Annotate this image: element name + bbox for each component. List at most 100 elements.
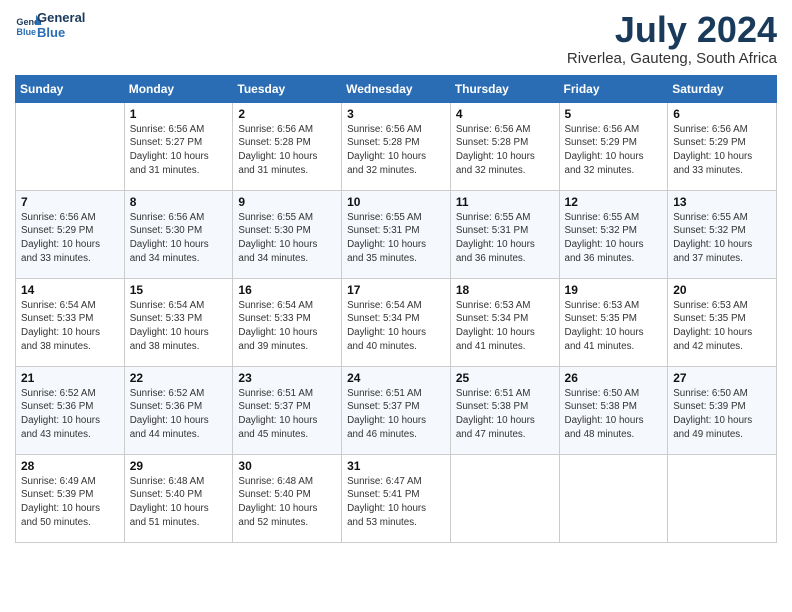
daylight-label: Daylight: 10 hours and 35 minutes. [347,239,426,264]
day-number: 9 [238,195,336,209]
daylight-label: Daylight: 10 hours and 49 minutes. [673,415,752,440]
day-number: 11 [456,195,554,209]
calendar-cell: 16 Sunrise: 6:54 AM Sunset: 5:33 PM Dayl… [233,278,342,366]
calendar-cell: 17 Sunrise: 6:54 AM Sunset: 5:34 PM Dayl… [342,278,451,366]
daylight-label: Daylight: 10 hours and 36 minutes. [456,239,535,264]
sunset-label: Sunset: 5:36 PM [21,401,93,412]
calendar-cell: 24 Sunrise: 6:51 AM Sunset: 5:37 PM Dayl… [342,366,451,454]
sunrise-label: Sunrise: 6:50 AM [673,388,748,399]
sunrise-label: Sunrise: 6:56 AM [673,124,748,135]
logo: General Blue General Blue [15,10,85,40]
sunrise-label: Sunrise: 6:56 AM [130,212,205,223]
calendar-cell: 10 Sunrise: 6:55 AM Sunset: 5:31 PM Dayl… [342,190,451,278]
day-detail: Sunrise: 6:55 AM Sunset: 5:32 PM Dayligh… [673,211,771,266]
calendar-cell: 18 Sunrise: 6:53 AM Sunset: 5:34 PM Dayl… [450,278,559,366]
sunset-label: Sunset: 5:31 PM [347,225,419,236]
daylight-label: Daylight: 10 hours and 34 minutes. [238,239,317,264]
day-number: 4 [456,107,554,121]
calendar-cell: 19 Sunrise: 6:53 AM Sunset: 5:35 PM Dayl… [559,278,668,366]
calendar-cell: 12 Sunrise: 6:55 AM Sunset: 5:32 PM Dayl… [559,190,668,278]
sunset-label: Sunset: 5:39 PM [21,489,93,500]
sunset-label: Sunset: 5:40 PM [130,489,202,500]
day-detail: Sunrise: 6:56 AM Sunset: 5:29 PM Dayligh… [565,123,663,178]
calendar-cell: 14 Sunrise: 6:54 AM Sunset: 5:33 PM Dayl… [16,278,125,366]
day-detail: Sunrise: 6:54 AM Sunset: 5:33 PM Dayligh… [130,299,228,354]
day-detail: Sunrise: 6:51 AM Sunset: 5:38 PM Dayligh… [456,387,554,442]
day-number: 7 [21,195,119,209]
sunrise-label: Sunrise: 6:48 AM [130,476,205,487]
daylight-label: Daylight: 10 hours and 53 minutes. [347,503,426,528]
day-number: 16 [238,283,336,297]
sunrise-label: Sunrise: 6:55 AM [347,212,422,223]
day-number: 22 [130,371,228,385]
day-number: 1 [130,107,228,121]
sunrise-label: Sunrise: 6:54 AM [130,300,205,311]
day-detail: Sunrise: 6:52 AM Sunset: 5:36 PM Dayligh… [130,387,228,442]
sunset-label: Sunset: 5:29 PM [21,225,93,236]
daylight-label: Daylight: 10 hours and 36 minutes. [565,239,644,264]
sunrise-label: Sunrise: 6:51 AM [456,388,531,399]
daylight-label: Daylight: 10 hours and 47 minutes. [456,415,535,440]
daylight-label: Daylight: 10 hours and 39 minutes. [238,327,317,352]
day-detail: Sunrise: 6:55 AM Sunset: 5:30 PM Dayligh… [238,211,336,266]
col-header-sunday: Sunday [16,75,125,102]
sunrise-label: Sunrise: 6:54 AM [238,300,313,311]
day-detail: Sunrise: 6:56 AM Sunset: 5:30 PM Dayligh… [130,211,228,266]
day-detail: Sunrise: 6:55 AM Sunset: 5:31 PM Dayligh… [347,211,445,266]
day-detail: Sunrise: 6:56 AM Sunset: 5:28 PM Dayligh… [238,123,336,178]
sunset-label: Sunset: 5:32 PM [565,225,637,236]
sunset-label: Sunset: 5:28 PM [238,137,310,148]
col-header-thursday: Thursday [450,75,559,102]
logo-general: General [37,10,85,25]
day-detail: Sunrise: 6:54 AM Sunset: 5:33 PM Dayligh… [21,299,119,354]
day-detail: Sunrise: 6:51 AM Sunset: 5:37 PM Dayligh… [347,387,445,442]
sunrise-label: Sunrise: 6:51 AM [347,388,422,399]
daylight-label: Daylight: 10 hours and 41 minutes. [456,327,535,352]
daylight-label: Daylight: 10 hours and 34 minutes. [130,239,209,264]
logo-blue: Blue [37,25,85,40]
day-number: 30 [238,459,336,473]
day-detail: Sunrise: 6:48 AM Sunset: 5:40 PM Dayligh… [238,475,336,530]
calendar-header-row: SundayMondayTuesdayWednesdayThursdayFrid… [16,75,777,102]
location-subtitle: Riverlea, Gauteng, South Africa [567,50,777,67]
daylight-label: Daylight: 10 hours and 32 minutes. [565,151,644,176]
calendar-cell: 21 Sunrise: 6:52 AM Sunset: 5:36 PM Dayl… [16,366,125,454]
day-detail: Sunrise: 6:53 AM Sunset: 5:34 PM Dayligh… [456,299,554,354]
sunset-label: Sunset: 5:29 PM [673,137,745,148]
calendar-cell: 27 Sunrise: 6:50 AM Sunset: 5:39 PM Dayl… [668,366,777,454]
daylight-label: Daylight: 10 hours and 44 minutes. [130,415,209,440]
sunset-label: Sunset: 5:37 PM [238,401,310,412]
calendar-cell: 23 Sunrise: 6:51 AM Sunset: 5:37 PM Dayl… [233,366,342,454]
sunset-label: Sunset: 5:29 PM [565,137,637,148]
day-number: 19 [565,283,663,297]
sunset-label: Sunset: 5:37 PM [347,401,419,412]
day-detail: Sunrise: 6:54 AM Sunset: 5:33 PM Dayligh… [238,299,336,354]
sunset-label: Sunset: 5:36 PM [130,401,202,412]
day-detail: Sunrise: 6:56 AM Sunset: 5:29 PM Dayligh… [21,211,119,266]
daylight-label: Daylight: 10 hours and 38 minutes. [130,327,209,352]
page-header: General Blue General Blue July 2024 Rive… [15,10,777,67]
sunset-label: Sunset: 5:30 PM [238,225,310,236]
sunset-label: Sunset: 5:35 PM [565,313,637,324]
day-detail: Sunrise: 6:48 AM Sunset: 5:40 PM Dayligh… [130,475,228,530]
calendar-cell: 28 Sunrise: 6:49 AM Sunset: 5:39 PM Dayl… [16,454,125,542]
day-detail: Sunrise: 6:50 AM Sunset: 5:38 PM Dayligh… [565,387,663,442]
sunrise-label: Sunrise: 6:56 AM [130,124,205,135]
day-detail: Sunrise: 6:54 AM Sunset: 5:34 PM Dayligh… [347,299,445,354]
calendar-cell [450,454,559,542]
calendar-cell [668,454,777,542]
sunrise-label: Sunrise: 6:53 AM [456,300,531,311]
calendar-cell: 20 Sunrise: 6:53 AM Sunset: 5:35 PM Dayl… [668,278,777,366]
month-year-title: July 2024 [567,10,777,50]
daylight-label: Daylight: 10 hours and 32 minutes. [456,151,535,176]
day-detail: Sunrise: 6:56 AM Sunset: 5:28 PM Dayligh… [347,123,445,178]
calendar-cell: 1 Sunrise: 6:56 AM Sunset: 5:27 PM Dayli… [124,102,233,190]
day-number: 10 [347,195,445,209]
calendar-cell: 29 Sunrise: 6:48 AM Sunset: 5:40 PM Dayl… [124,454,233,542]
sunset-label: Sunset: 5:40 PM [238,489,310,500]
daylight-label: Daylight: 10 hours and 52 minutes. [238,503,317,528]
sunset-label: Sunset: 5:31 PM [456,225,528,236]
col-header-wednesday: Wednesday [342,75,451,102]
sunset-label: Sunset: 5:32 PM [673,225,745,236]
day-number: 12 [565,195,663,209]
